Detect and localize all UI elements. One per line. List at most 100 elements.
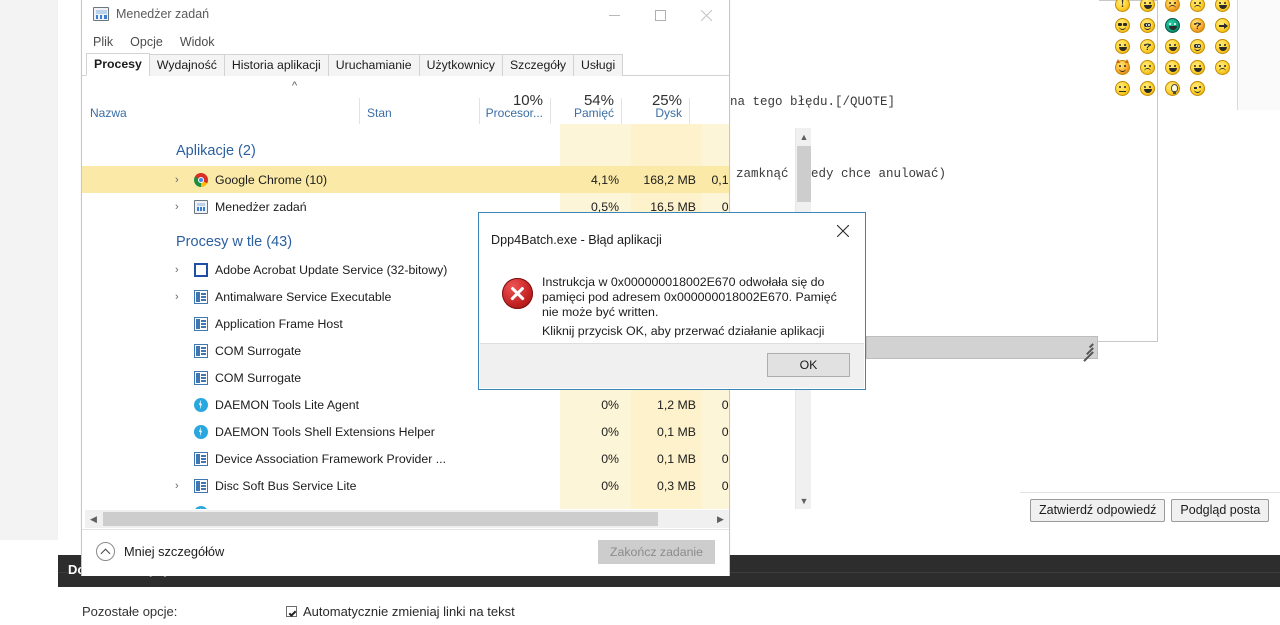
emoji-bulb-icon[interactable] (1160, 78, 1185, 99)
expand-chevron-icon[interactable]: › (175, 201, 179, 213)
app-icon (194, 478, 208, 493)
emoji-sad-icon[interactable] (1210, 57, 1235, 78)
process-memory: 0,3 MB (657, 478, 696, 493)
application-error-dialog: Dpp4Batch.exe - Błąd aplikacji Instrukcj… (478, 212, 866, 390)
resize-grip-icon[interactable] (1079, 341, 1094, 361)
menu-item-opcje[interactable]: Opcje (130, 35, 163, 49)
table-row[interactable] (82, 499, 729, 509)
emoji-laugh-icon[interactable] (1160, 57, 1185, 78)
process-disk: 0,1 MB/s (711, 172, 729, 187)
table-row[interactable]: DAEMON Tools Shell Extensions Helper 0% … (82, 418, 729, 445)
column-header-row: ^ Nazwa Stan 10% Procesor... 54% Pamięć … (82, 76, 729, 125)
tab-uslugi[interactable]: Usługi (573, 54, 624, 76)
emoji-sad-icon[interactable] (1135, 57, 1160, 78)
process-disk: 0 MB/s (721, 478, 729, 493)
table-row[interactable]: DAEMON Tools Lite Agent 0% 1,2 MB 0 MB/s (82, 391, 729, 418)
end-task-button[interactable]: Zakończ zadanie (598, 540, 715, 564)
tab-historia-aplikacji[interactable]: Historia aplikacji (223, 54, 329, 76)
emoji-cool-icon[interactable] (1110, 15, 1135, 36)
emoji-grin-icon[interactable] (1210, 36, 1235, 57)
emoji-question-ball-icon[interactable]: ? (1185, 15, 1210, 36)
fewer-details-label: Mniej szczegółów (124, 544, 225, 559)
column-header-nazwa[interactable]: Nazwa (90, 106, 127, 120)
emoji-wink-icon[interactable] (1185, 78, 1210, 99)
maximize-button[interactable] (637, 0, 683, 31)
horizontal-scroll-thumb[interactable] (103, 512, 658, 526)
emoji-grin-icon[interactable] (1135, 0, 1160, 15)
emoji-tongue-icon[interactable] (1110, 36, 1135, 57)
auto-link-label: Automatycznie zmieniaj linki na tekst (303, 604, 515, 619)
page-left-gutter-lower (0, 540, 58, 625)
textarea-resize-bar[interactable] (866, 336, 1098, 361)
auto-link-checkbox[interactable] (286, 606, 297, 617)
scroll-up-icon[interactable]: ▲ (796, 128, 812, 145)
tab-szczegoly[interactable]: Szczegóły (501, 54, 575, 76)
emoji-dark-grin-icon[interactable] (1160, 15, 1185, 36)
column-divider[interactable] (359, 98, 360, 124)
minimize-button[interactable] (591, 0, 637, 31)
tab-procesy[interactable]: Procesy (86, 53, 150, 76)
expand-chevron-icon[interactable]: › (175, 480, 179, 492)
expand-chevron-icon[interactable]: › (175, 291, 179, 303)
column-header-procesor[interactable]: Procesor... (475, 106, 543, 120)
vertical-scroll-thumb[interactable] (797, 146, 811, 202)
process-name: COM Surrogate (215, 370, 302, 385)
fewer-details-button[interactable]: Mniej szczegółów (96, 542, 224, 561)
editor-text-line-2: zamknąć kiedy chce anulować) (736, 167, 947, 181)
tab-bar: Procesy Wydajność Historia aplikacji Uru… (82, 53, 729, 76)
process-memory: 0,1 MB (657, 451, 696, 466)
emoji-bigeye-icon[interactable] (1135, 15, 1160, 36)
dialog-close-button[interactable] (821, 213, 865, 249)
expand-chevron-icon[interactable]: › (175, 174, 179, 186)
emoji-row (1110, 57, 1235, 78)
emoji-picker[interactable]: ! ? ? (1110, 0, 1235, 99)
column-header-stan[interactable]: Stan (367, 106, 392, 120)
daemon-icon (194, 424, 208, 439)
tab-uzytkownicy[interactable]: Użytkownicy (418, 54, 503, 76)
column-divider[interactable] (689, 98, 690, 124)
emoji-angry-icon[interactable] (1160, 0, 1185, 15)
tab-wydajnosc[interactable]: Wydajność (148, 54, 225, 76)
menu-item-widok[interactable]: Widok (180, 35, 215, 49)
dialog-ok-button[interactable]: OK (767, 353, 850, 377)
emoji-nerd-icon[interactable] (1185, 36, 1210, 57)
emoji-sad-icon[interactable] (1185, 0, 1210, 15)
emoji-row: ? (1110, 36, 1235, 57)
emoji-arrow-icon[interactable] (1210, 15, 1235, 36)
page-left-gutter (0, 0, 58, 540)
column-header-dysk[interactable]: Dysk (614, 106, 682, 120)
close-button[interactable] (683, 0, 729, 31)
emoji-laugh-icon[interactable] (1160, 36, 1185, 57)
emoji-grin-icon[interactable] (1185, 57, 1210, 78)
emoji-grin-icon[interactable] (1135, 78, 1160, 99)
column-header-pamiec[interactable]: Pamięć (546, 106, 614, 120)
emoji-question-icon[interactable]: ? (1135, 36, 1160, 57)
emoji-exclaim-icon[interactable]: ! (1110, 0, 1135, 15)
scroll-left-icon[interactable]: ◀ (85, 510, 102, 528)
chevron-up-circle-icon (96, 542, 115, 561)
expand-chevron-icon[interactable]: › (175, 264, 179, 276)
square-icon (194, 262, 208, 277)
submit-reply-button[interactable]: Zatwierdź odpowiedź (1030, 499, 1166, 522)
emoji-devil-icon[interactable] (1110, 57, 1135, 78)
emoji-flat-icon[interactable] (1110, 78, 1135, 99)
auto-link-option-row[interactable]: Automatycznie zmieniaj linki na tekst (286, 604, 515, 619)
emoji-grin-icon[interactable] (1210, 0, 1235, 15)
menu-item-plik[interactable]: Plik (93, 35, 113, 49)
process-group-header[interactable]: Aplikacje (2) (82, 137, 729, 164)
process-name: Application Frame Host (215, 316, 343, 331)
table-row[interactable]: › Disc Soft Bus Service Lite 0% 0,3 MB 0… (82, 472, 729, 499)
tab-uruchamianie[interactable]: Uruchamianie (327, 54, 420, 76)
process-list-horizontal-scrollbar[interactable]: ◀ ▶ (85, 510, 729, 528)
process-disk: 0 MB/s (721, 451, 729, 466)
process-cpu: 0% (601, 424, 619, 439)
preview-post-button[interactable]: Podgląd posta (1171, 499, 1270, 522)
table-row[interactable]: Device Association Framework Provider ..… (82, 445, 729, 472)
task-manager-footer: Mniej szczegółów Zakończ zadanie (82, 529, 729, 576)
process-cpu: 0% (601, 478, 619, 493)
scroll-down-icon[interactable]: ▼ (796, 492, 812, 509)
taskmanager-icon (194, 199, 208, 214)
scroll-right-icon[interactable]: ▶ (712, 510, 729, 528)
table-row[interactable]: › Google Chrome (10) 4,1% 168,2 MB 0,1 M… (82, 166, 729, 193)
task-manager-titlebar[interactable]: Menedżer zadań (82, 0, 729, 31)
